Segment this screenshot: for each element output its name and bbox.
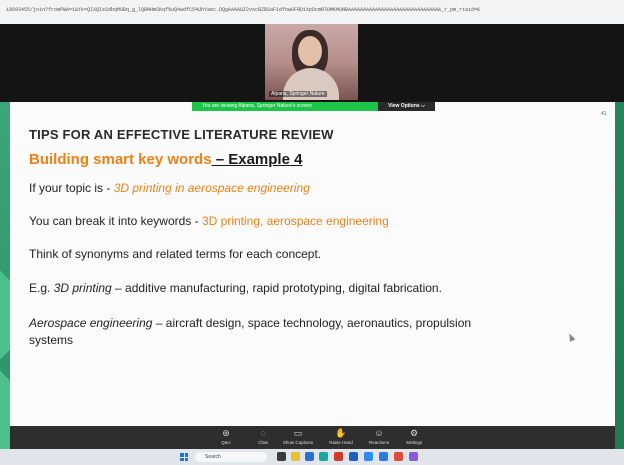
reactions-button[interactable]: ☺ Reactions (359, 428, 399, 446)
subtitle-orange: Building smart key words (29, 151, 212, 168)
keywords-prefix: You can break it into keywords - (29, 214, 202, 228)
url-text[interactable]: i8693455/join?fromPWA=1&tk=QIXQIsSdbqMUB… (6, 7, 618, 13)
qa-label: Q&A (221, 440, 231, 445)
participant-face (298, 36, 322, 66)
raise-hand-button[interactable]: ✋ Raise Hand (321, 428, 361, 446)
example-line: E.g. 3D printing – additive manufacturin… (29, 281, 442, 295)
file-explorer-icon[interactable] (291, 452, 300, 461)
topic-prefix: If your topic is - (29, 181, 114, 195)
aero-rest: – aircraft design, space technology, aer… (152, 316, 472, 330)
example-rest: – additive manufacturing, rapid prototyp… (111, 281, 442, 295)
outlook-icon[interactable] (349, 452, 358, 461)
aero-line-2: systems (29, 333, 74, 347)
edge-icon[interactable] (319, 452, 328, 461)
subtitle-example: – Example 4 (211, 151, 303, 168)
aero-term: Aerospace engineering (29, 316, 153, 330)
zoom-icon[interactable] (364, 452, 373, 461)
qa-button[interactable]: ⊛ Q&A (206, 428, 246, 446)
view-options-button[interactable]: View Options ⌵ (378, 102, 435, 111)
settings-label: Settings (405, 440, 423, 445)
taskbar-search-input[interactable]: Search (195, 452, 267, 462)
slide-title: TIPS FOR AN EFFECTIVE LITERATURE REVIEW (29, 127, 334, 142)
smile-icon: ☺ (374, 428, 384, 438)
hand-icon: ✋ (335, 428, 347, 438)
topic-line: If your topic is - 3D printing in aerosp… (29, 181, 310, 195)
chrome-icon[interactable] (394, 452, 403, 461)
example-term: 3D printing (53, 281, 112, 295)
settings-button[interactable]: ⚙ Settings (394, 428, 434, 446)
aero-line: Aerospace engineering – aircraft design,… (29, 316, 471, 330)
app-icon[interactable] (334, 452, 343, 461)
app-icon[interactable] (409, 452, 418, 461)
chat-label: Chat (258, 440, 268, 445)
participant-video[interactable]: Alpana, Springer Nature (265, 24, 358, 100)
gear-icon: ⚙ (409, 428, 419, 438)
captions-label: Show Captions (282, 440, 314, 445)
example-prefix: E.g. (29, 281, 54, 295)
topic-value: 3D printing in aerospace engineering (113, 181, 310, 195)
keywords-line: You can break it into keywords - 3D prin… (29, 214, 389, 228)
raise-hand-label: Raise Hand (329, 440, 353, 445)
reactions-label: Reactions (368, 440, 389, 445)
chat-icon: ◌ (260, 428, 266, 438)
slide-subtitle: Building smart key words – Example 4 (29, 151, 302, 168)
qa-icon: ⊛ (222, 428, 230, 438)
captions-button[interactable]: ▭ Show Captions (278, 428, 318, 446)
chat-button[interactable]: ◌ Chat (243, 428, 283, 446)
task-view-icon[interactable] (277, 452, 286, 461)
meeting-toolbar: ⊛ Q&A ◌ Chat ▭ Show Captions ✋ Raise Hand ☺ R… (10, 426, 615, 449)
word-icon[interactable] (379, 452, 388, 461)
windows-start-icon[interactable] (180, 453, 188, 461)
slide-number: 41 (601, 111, 607, 117)
store-icon[interactable] (305, 452, 314, 461)
synonyms-line: Think of synonyms and related terms for … (29, 247, 322, 261)
keywords-value: 3D printing, aerospace engineering (201, 214, 389, 228)
participant-name: Alpana, Springer Nature (269, 91, 327, 97)
browser-address-bar[interactable]: i8693455/join?fromPWA=1&tk=QIXQIsSdbqMUB… (0, 0, 624, 25)
captions-icon: ▭ (293, 428, 303, 438)
viewing-banner: You are viewing Alpana, Springer Nature'… (192, 102, 378, 111)
